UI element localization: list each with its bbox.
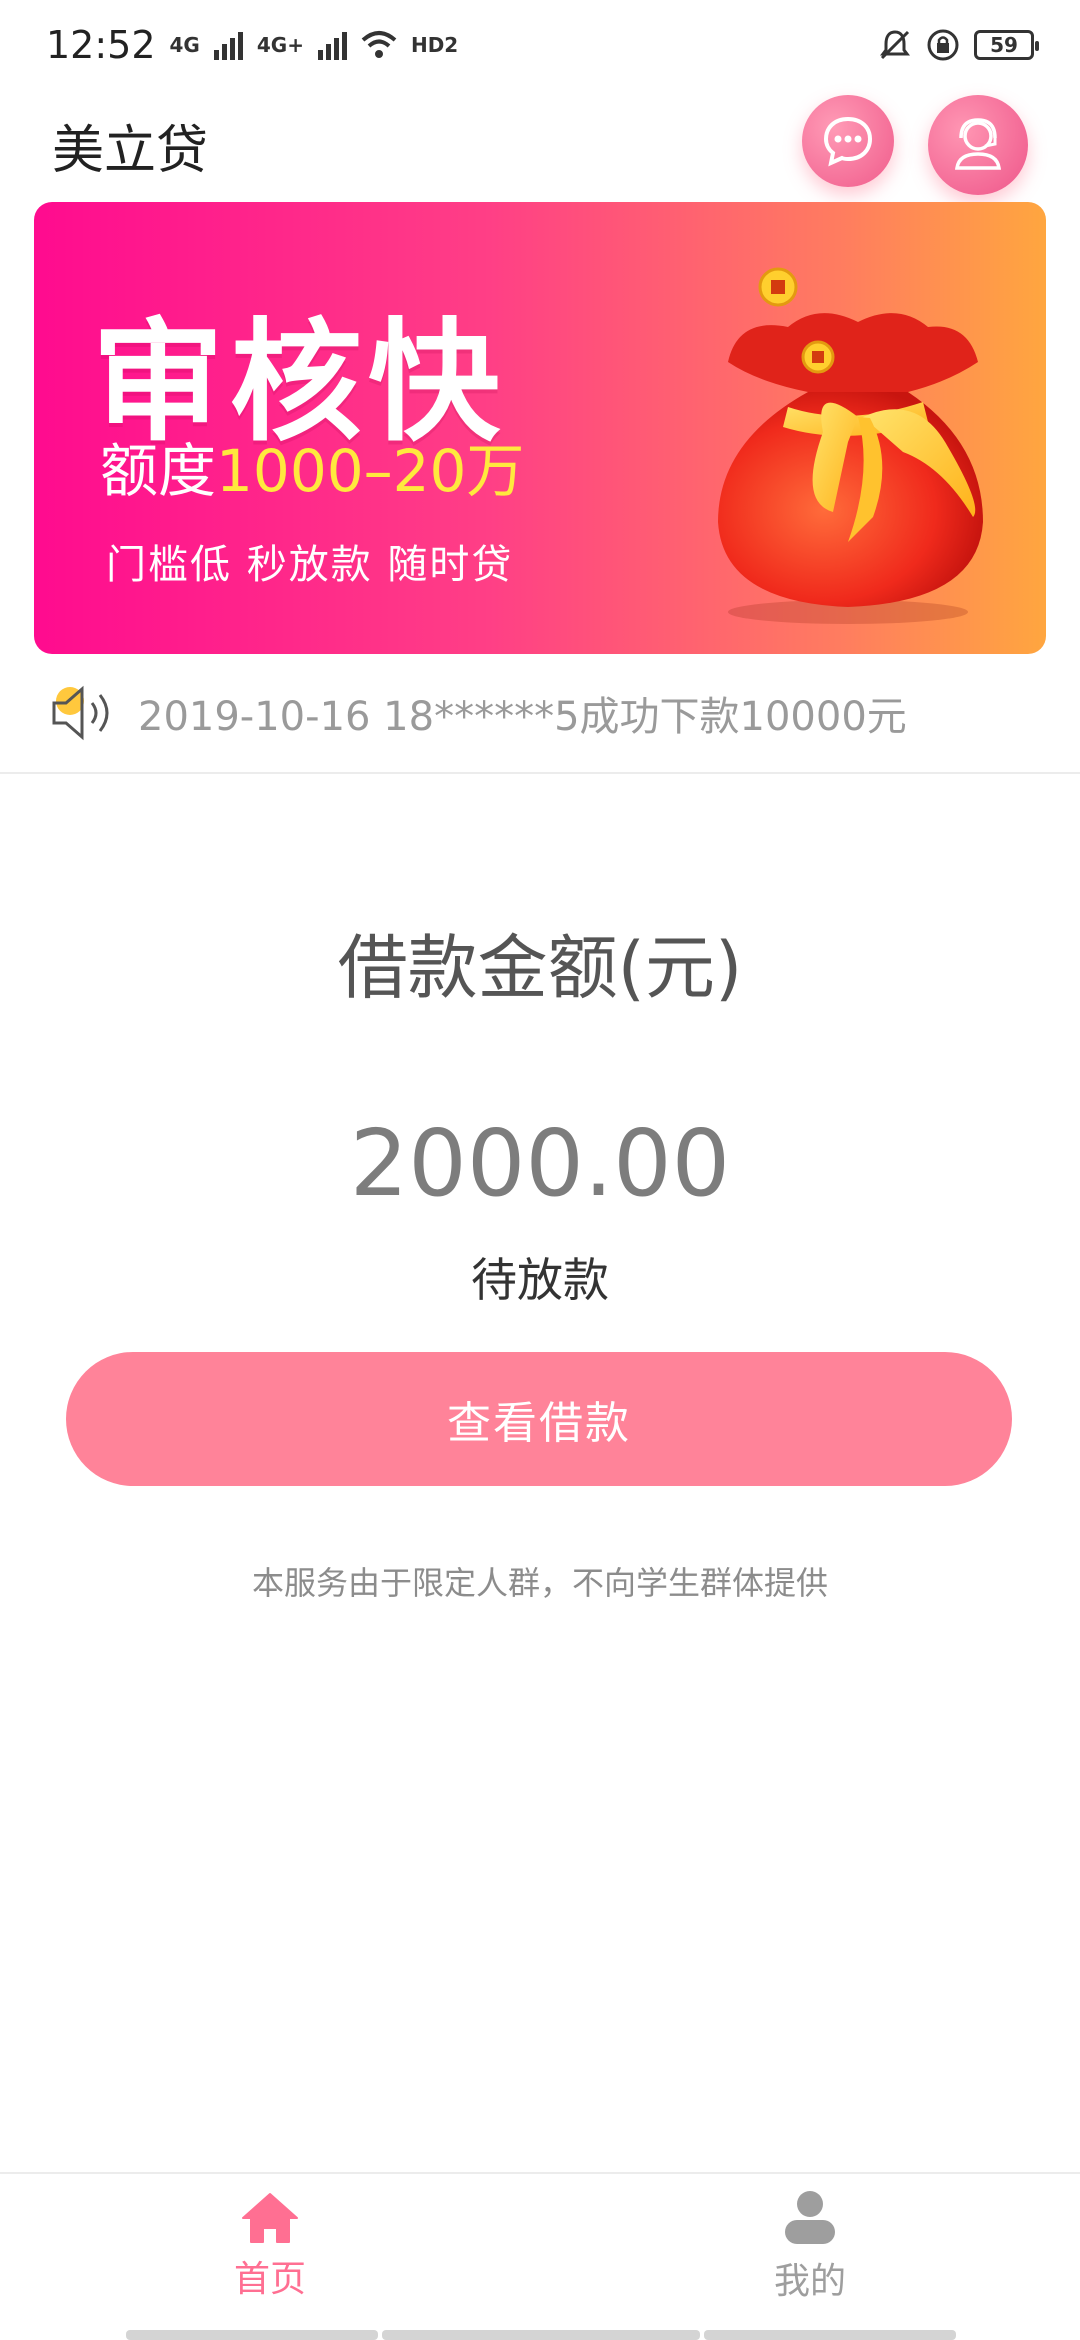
app-bar-actions [802, 95, 1028, 195]
customer-service-button[interactable] [928, 95, 1028, 195]
money-bag-icon [718, 267, 983, 624]
battery-level: 59 [990, 33, 1018, 57]
hd-icon: HD2 [411, 33, 458, 57]
network-type-1: 4G [169, 33, 200, 57]
banner-slogan: 门槛低 秒放款 随时贷 [106, 542, 514, 588]
service-disclaimer: 本服务由于限定人群，不向学生群体提供 [251, 1564, 828, 1602]
status-bar-left: 12:52 4G 4G+ HD2 [46, 23, 458, 67]
customer-service-icon [954, 118, 1002, 170]
nav-label-home: 首页 [233, 2259, 306, 2300]
loan-amount-value: 2000.00 [349, 1110, 731, 1217]
speaker-icon [52, 685, 109, 741]
status-time: 12:52 [46, 23, 156, 67]
loan-status: 待放款 [471, 1253, 609, 1307]
bottom-nav: 首页 我的 [0, 2174, 1080, 2320]
app-screen: 12:52 4G 4G+ HD2 59 美立贷 审核快 额度1000–20万 门… [0, 0, 1080, 2340]
nav-item-home[interactable]: 首页 [0, 2174, 540, 2320]
divider [0, 772, 1080, 774]
chat-button[interactable] [802, 95, 894, 187]
nav-item-profile[interactable]: 我的 [540, 2174, 1080, 2320]
gesture-bar [126, 2330, 378, 2340]
signal-icon [317, 30, 347, 60]
app-bar: 美立贷 [0, 90, 1080, 200]
loan-notice: 2019-10-16 18******5成功下款10000元 [48, 678, 1048, 748]
loan-amount-label: 借款金额(元) [337, 927, 743, 1009]
status-bar-right: 59 [878, 28, 1039, 62]
view-loan-button[interactable]: 查看借款 [66, 1352, 1012, 1486]
chat-icon [823, 116, 873, 167]
banner-quota-prefix: 额度 [100, 437, 217, 505]
hd-sub-label: 2 [444, 33, 459, 57]
banner-quota: 额度1000–20万 [100, 424, 524, 508]
nav-label-profile: 我的 [773, 2261, 846, 2302]
gesture-bar [382, 2330, 700, 2340]
mute-icon [880, 30, 910, 60]
app-title: 美立贷 [52, 120, 209, 181]
status-bar: 12:52 4G 4G+ HD2 59 [0, 0, 1080, 90]
network-type-2: 4G+ [256, 33, 304, 57]
gesture-bar [704, 2330, 956, 2340]
banner-quota-amount: 1000–20万 [216, 437, 525, 505]
home-icon [242, 2193, 298, 2243]
promo-banner[interactable]: 审核快 额度1000–20万 门槛低 秒放款 随时贷 [34, 202, 1046, 654]
person-icon [785, 2191, 835, 2244]
signal-icon [213, 30, 243, 60]
notice-text: 2019-10-16 18******5成功下款10000元 [138, 694, 907, 740]
hd-label: HD [410, 33, 445, 57]
wifi-icon [361, 31, 397, 58]
battery-icon: 59 [974, 30, 1039, 60]
rotation-lock-icon [927, 29, 959, 61]
